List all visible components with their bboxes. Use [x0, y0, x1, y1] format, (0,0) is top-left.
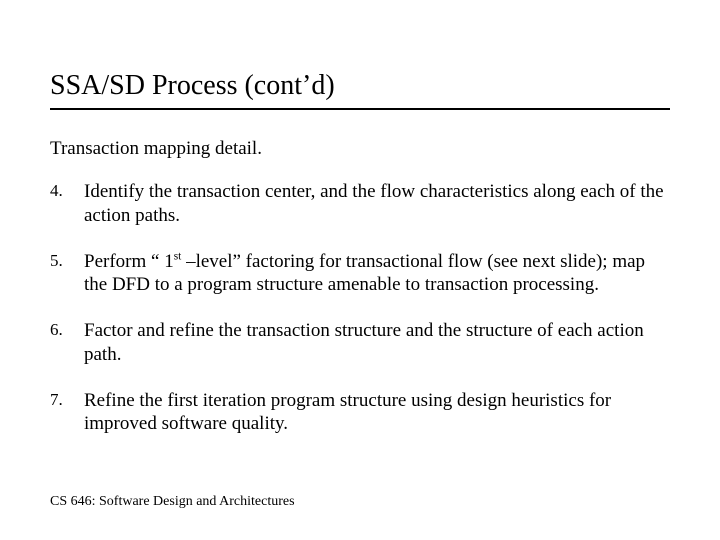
item-number: 6.	[50, 319, 84, 367]
slide: SSA/SD Process (cont’d) Transaction mapp…	[0, 0, 720, 540]
slide-subtitle: Transaction mapping detail.	[50, 138, 670, 160]
text-pre: Perform “ 1	[84, 251, 174, 272]
item-text: Perform “ 1st –level” factoring for tran…	[84, 250, 670, 298]
item-number: 7.	[50, 389, 84, 437]
item-number: 5.	[50, 250, 84, 298]
item-text: Identify the transaction center, and the…	[84, 180, 670, 228]
item-number: 4.	[50, 180, 84, 228]
footer-text: CS 646: Software Design and Architecture…	[50, 494, 295, 510]
list-item: 7. Refine the first iteration program st…	[50, 389, 670, 437]
list-item: 4. Identify the transaction center, and …	[50, 180, 670, 228]
slide-title: SSA/SD Process (cont’d)	[50, 70, 670, 110]
item-text: Refine the first iteration program struc…	[84, 389, 670, 437]
item-text: Factor and refine the transaction struct…	[84, 319, 670, 367]
list-item: 5. Perform “ 1st –level” factoring for t…	[50, 250, 670, 298]
list-item: 6. Factor and refine the transaction str…	[50, 319, 670, 367]
